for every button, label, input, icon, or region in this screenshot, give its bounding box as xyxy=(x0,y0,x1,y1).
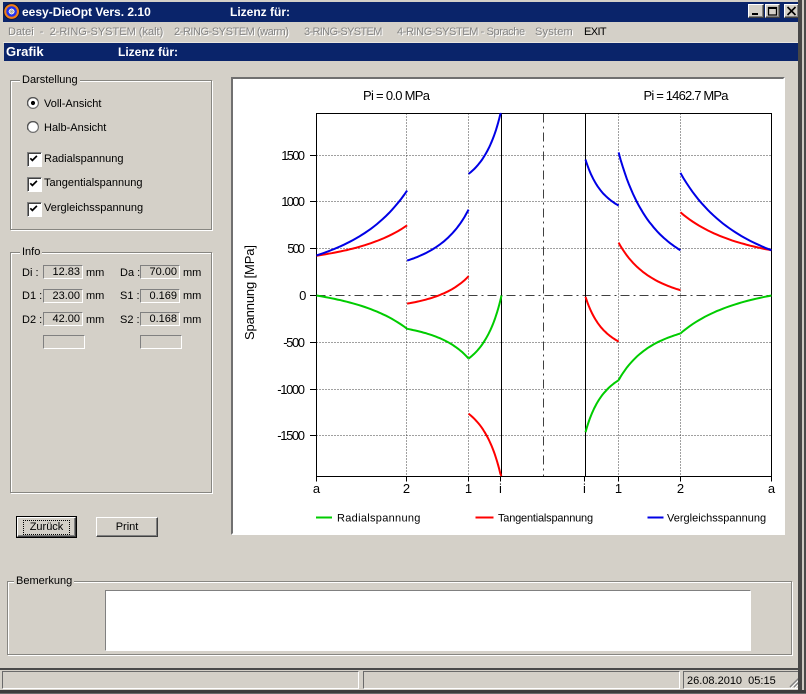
svg-text:0: 0 xyxy=(299,288,306,303)
svg-text:2: 2 xyxy=(403,481,410,496)
svg-text:Pi = 0.0 MPa: Pi = 0.0 MPa xyxy=(363,88,431,103)
svg-text:1000: 1000 xyxy=(281,194,305,209)
svg-text:a: a xyxy=(313,481,321,496)
svg-text:-1000: -1000 xyxy=(277,382,305,397)
svg-text:-1500: -1500 xyxy=(277,428,305,443)
svg-text:Pi = 1462.7 MPa: Pi = 1462.7 MPa xyxy=(644,88,730,103)
svg-text:-500: -500 xyxy=(283,335,305,350)
svg-text:a: a xyxy=(768,481,776,496)
svg-text:i: i xyxy=(499,481,502,496)
svg-text:i: i xyxy=(583,481,586,496)
svg-text:Vergleichsspannung: Vergleichsspannung xyxy=(667,513,766,525)
svg-text:1500: 1500 xyxy=(281,148,305,163)
svg-text:1: 1 xyxy=(615,481,622,496)
svg-text:Radialspannung: Radialspannung xyxy=(337,513,421,525)
svg-text:500: 500 xyxy=(287,241,305,256)
svg-text:1: 1 xyxy=(465,481,472,496)
svg-text:Spannung [MPa]: Spannung [MPa] xyxy=(242,245,257,340)
svg-text:2: 2 xyxy=(677,481,684,496)
svg-text:Tangentialspannung: Tangentialspannung xyxy=(498,513,593,525)
